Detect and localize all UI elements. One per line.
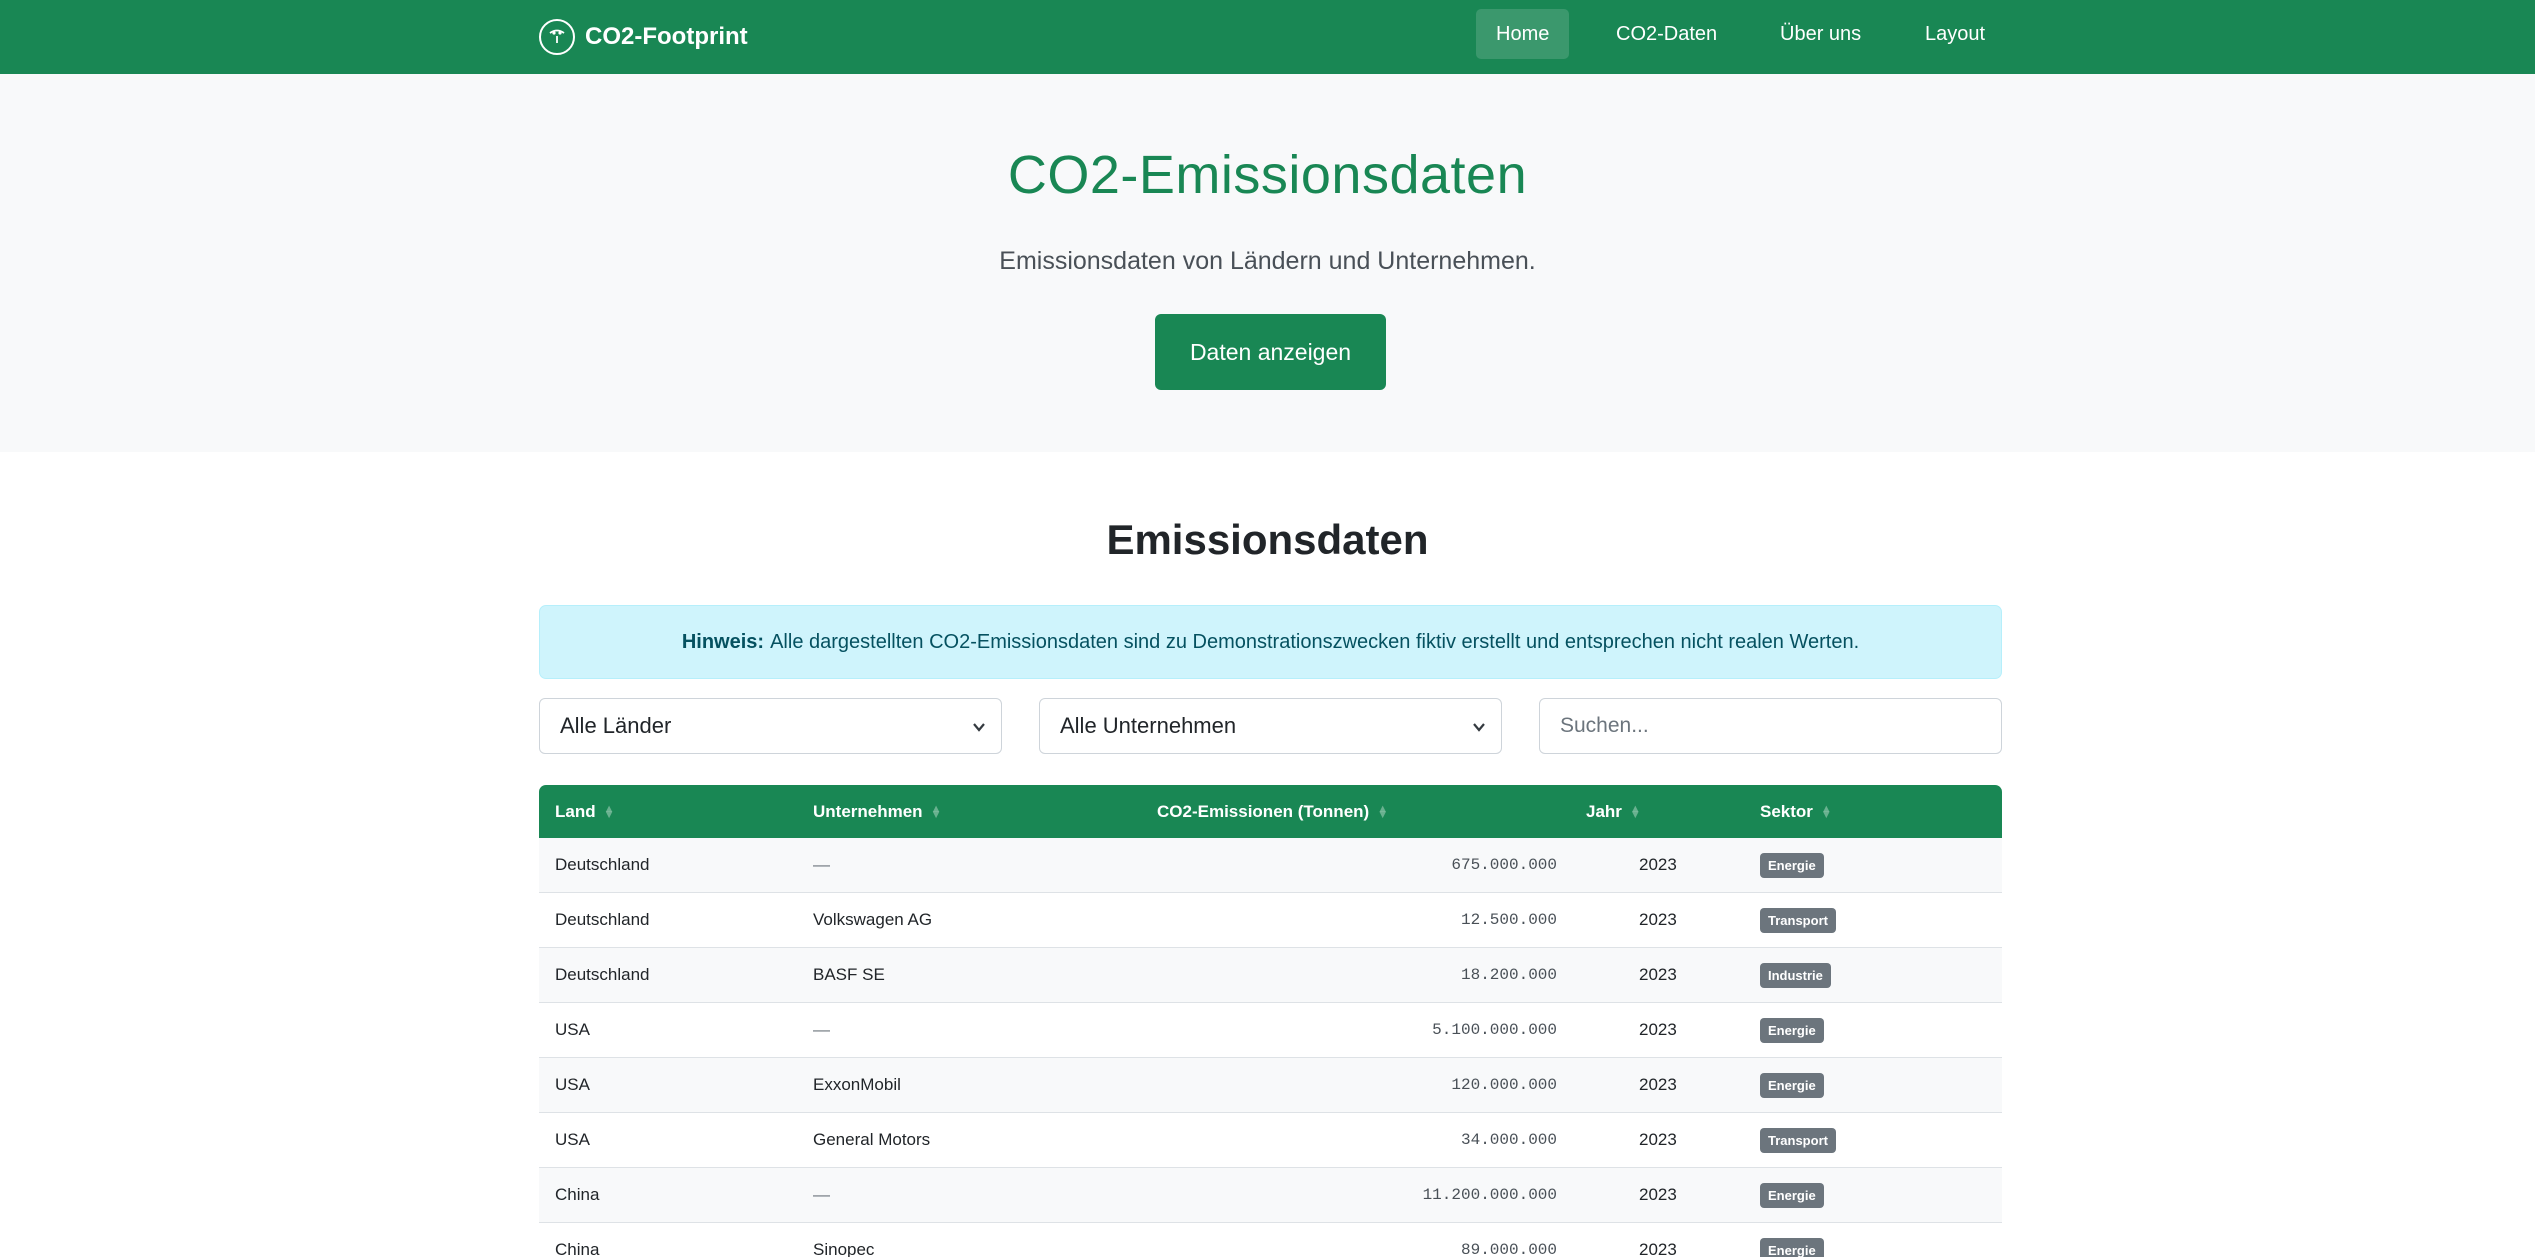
header-emissionen[interactable]: CO2-Emissionen (Tonnen) ▲ ▼ bbox=[1157, 785, 1388, 838]
alert-label: Hinweis: bbox=[681, 630, 765, 653]
header-sektor[interactable]: Sektor ▲ ▼ bbox=[1760, 785, 1832, 838]
search-placeholder: Suchen... bbox=[1560, 714, 1649, 737]
cell-unternehmen: ExxonMobil bbox=[813, 1075, 901, 1094]
sector-badge: Energie bbox=[1760, 1182, 1824, 1208]
hero-section: CO2-Emissionsdaten Emissionsdaten von Lä… bbox=[0, 74, 2535, 452]
header-label: Unternehmen bbox=[813, 801, 923, 821]
sector-badge: Industrie bbox=[1760, 962, 1831, 988]
cell-emissionen: 34.000.000 bbox=[1460, 1131, 1557, 1149]
sector-badge: Energie bbox=[1760, 1237, 1824, 1257]
sort-icon: ▲ ▼ bbox=[1820, 802, 1832, 821]
section-title: Emissionsdaten bbox=[1106, 516, 1429, 563]
table-row: Deutschland — 675.000.000 2023 Energie bbox=[539, 838, 2002, 893]
emissions-table: Land ▲ ▼ Unternehmen ▲ ▼ CO2-Emissionen (Ton… bbox=[539, 785, 2002, 1257]
sector-badge: Transport bbox=[1760, 1127, 1836, 1153]
cell-land: Deutschland bbox=[555, 855, 650, 874]
navbar: CO2-Footprint Home CO2-Daten Über uns La… bbox=[0, 0, 2535, 74]
header-jahr[interactable]: Jahr ▲ ▼ bbox=[1586, 785, 1641, 838]
cell-land: USA bbox=[555, 1075, 590, 1094]
cell-jahr: 2023 bbox=[1639, 855, 1677, 874]
info-alert: Hinweis: Alle dargestellten CO2-Emission… bbox=[539, 605, 2002, 679]
brand-link[interactable]: CO2-Footprint bbox=[539, 17, 748, 57]
show-data-button[interactable]: Daten anzeigen bbox=[1155, 314, 1386, 390]
sort-icon: ▲ ▼ bbox=[1629, 802, 1641, 821]
country-select-value: Alle Länder bbox=[560, 713, 672, 738]
header-land[interactable]: Land ▲ ▼ bbox=[555, 785, 615, 838]
cell-jahr: 2023 bbox=[1639, 1130, 1677, 1149]
cell-jahr: 2023 bbox=[1639, 1020, 1677, 1039]
cell-unternehmen: General Motors bbox=[813, 1130, 931, 1149]
nav-ueber-uns[interactable]: Über uns bbox=[1760, 9, 1881, 59]
sector-badge: Energie bbox=[1760, 1072, 1824, 1098]
nav-layout[interactable]: Layout bbox=[1905, 9, 2005, 59]
country-select[interactable]: Alle Länder bbox=[539, 698, 1002, 754]
table-row: Deutschland BASF SE 18.200.000 2023 Indu… bbox=[539, 948, 2002, 1003]
cell-land: USA bbox=[555, 1130, 590, 1149]
header-label: Sektor bbox=[1760, 801, 1813, 821]
table-row: USA General Motors 34.000.000 2023 Trans… bbox=[539, 1113, 2002, 1168]
cell-emissionen: 18.200.000 bbox=[1460, 966, 1557, 984]
sector-badge: Transport bbox=[1760, 907, 1836, 933]
sort-icon: ▲ ▼ bbox=[930, 802, 942, 821]
cell-land: Deutschland bbox=[555, 965, 650, 984]
cell-unternehmen: Volkswagen AG bbox=[813, 910, 933, 929]
table-row: USA ExxonMobil 120.000.000 2023 Energie bbox=[539, 1058, 2002, 1113]
cell-emissionen: 675.000.000 bbox=[1451, 856, 1557, 874]
cell-unternehmen: Sinopec bbox=[813, 1240, 875, 1257]
cell-unternehmen: — bbox=[813, 855, 830, 874]
cell-land: China bbox=[555, 1185, 600, 1204]
cell-jahr: 2023 bbox=[1639, 910, 1677, 929]
nav-home[interactable]: Home bbox=[1476, 9, 1570, 59]
header-label: CO2-Emissionen (Tonnen) bbox=[1157, 801, 1370, 821]
company-select-value: Alle Unternehmen bbox=[1060, 713, 1237, 738]
cell-jahr: 2023 bbox=[1639, 1075, 1677, 1094]
cell-jahr: 2023 bbox=[1639, 1185, 1677, 1204]
cell-emissionen: 12.500.000 bbox=[1460, 911, 1557, 929]
cell-jahr: 2023 bbox=[1639, 1240, 1677, 1257]
cell-unternehmen: — bbox=[813, 1020, 830, 1039]
cell-unternehmen: — bbox=[813, 1185, 830, 1204]
cell-emissionen: 120.000.000 bbox=[1451, 1076, 1557, 1094]
cell-emissionen: 5.100.000.000 bbox=[1432, 1021, 1557, 1039]
alert-text: Alle dargestellten CO2-Emissionsdaten si… bbox=[770, 630, 1860, 653]
hero-title: CO2-Emissionsdaten bbox=[1007, 145, 1528, 205]
cell-land: Deutschland bbox=[555, 910, 650, 929]
table-row: Deutschland Volkswagen AG 12.500.000 202… bbox=[539, 893, 2002, 948]
sector-badge: Energie bbox=[1760, 1017, 1824, 1043]
sort-icon: ▲ ▼ bbox=[1377, 802, 1389, 821]
brand-name: CO2-Footprint bbox=[585, 23, 748, 50]
cell-land: China bbox=[555, 1240, 600, 1257]
table-row: USA — 5.100.000.000 2023 Energie bbox=[539, 1003, 2002, 1058]
chevron-down-icon bbox=[973, 723, 985, 732]
header-unternehmen[interactable]: Unternehmen ▲ ▼ bbox=[813, 785, 941, 838]
cell-emissionen: 11.200.000.000 bbox=[1422, 1186, 1557, 1204]
sector-badge: Energie bbox=[1760, 852, 1824, 878]
table-row: China Sinopec 89.000.000 2023 Energie bbox=[539, 1223, 2002, 1257]
hero-lead: Emissionsdaten von Ländern und Unternehm… bbox=[999, 247, 1536, 275]
cell-unternehmen: BASF SE bbox=[813, 965, 885, 984]
nav-co2-daten[interactable]: CO2-Daten bbox=[1596, 9, 1737, 59]
header-label: Land bbox=[555, 801, 596, 821]
chevron-down-icon bbox=[1473, 723, 1485, 732]
table-header: Land ▲ ▼ Unternehmen ▲ ▼ CO2-Emissionen (Ton… bbox=[539, 785, 2002, 838]
cell-emissionen: 89.000.000 bbox=[1460, 1241, 1557, 1257]
table-row: China — 11.200.000.000 2023 Energie bbox=[539, 1168, 2002, 1223]
header-label: Jahr bbox=[1586, 801, 1622, 821]
cell-land: USA bbox=[555, 1020, 590, 1039]
search-input[interactable]: Suchen... bbox=[1539, 698, 2002, 754]
leaf-logo-icon bbox=[539, 19, 575, 55]
cell-jahr: 2023 bbox=[1639, 965, 1677, 984]
company-select[interactable]: Alle Unternehmen bbox=[1039, 698, 1502, 754]
sort-icon: ▲ ▼ bbox=[603, 802, 615, 821]
